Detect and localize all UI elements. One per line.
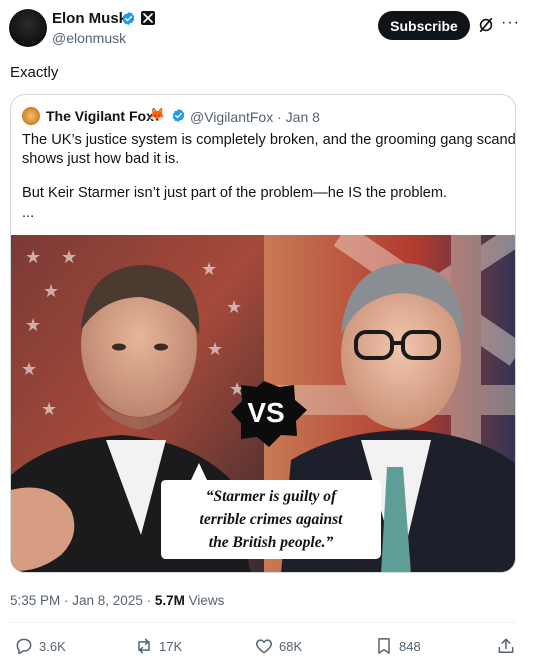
svg-text:★: ★ [41, 399, 57, 419]
speech-bubble-line: “Starmer is guilty of [206, 488, 338, 505]
quote-handle-date: @VigilantFox · Jan 8 [190, 109, 320, 125]
like-count: 68K [279, 638, 303, 654]
vs-badge-text: VS [247, 397, 284, 428]
x-logo-icon [141, 11, 155, 25]
grok-icon[interactable] [477, 16, 495, 34]
repost-count: 17K [159, 638, 183, 654]
quote-verified-icon [172, 108, 185, 123]
subscribe-button[interactable]: Subscribe [378, 11, 470, 40]
share-button[interactable] [496, 634, 516, 658]
bookmark-icon [378, 638, 390, 654]
more-icon[interactable]: ··· [501, 14, 520, 32]
bookmark-count: 848 [399, 638, 421, 654]
views-label: Views [184, 593, 225, 608]
author-avatar[interactable] [9, 9, 47, 47]
quote-author-name: The Vigilant Fox [46, 108, 154, 124]
repost-icon [138, 638, 150, 654]
action-divider [10, 622, 516, 623]
views-count: 5.7M [154, 593, 185, 608]
post-timestamp[interactable]: 5:35 PM · Jan 8, 2025 · 5.7M Views [10, 593, 224, 608]
share-icon [498, 638, 514, 653]
bookmark-button[interactable]: 848 [374, 634, 421, 658]
quote-text-line: The UK’s justice system is completely br… [22, 132, 516, 148]
reply-button[interactable]: 3.6K [14, 634, 66, 658]
fox-emoji-icon: 🦊 [149, 107, 166, 122]
reply-count: 3.6K [39, 638, 66, 654]
reply-icon [16, 638, 32, 655]
svg-text:★: ★ [201, 259, 217, 279]
svg-text:★: ★ [61, 247, 77, 267]
svg-text:★: ★ [21, 359, 37, 379]
time-date-text: 5:35 PM · Jan 8, 2025 · [10, 593, 155, 608]
quote-text-line: ... [22, 205, 35, 221]
quote-text-line: shows just how bad it is. [22, 151, 180, 167]
like-icon [255, 639, 273, 654]
post-text: Exactly [10, 64, 59, 81]
like-button[interactable]: 68K [254, 634, 302, 658]
quote-author-avatar [22, 107, 40, 125]
svg-text:★: ★ [43, 281, 59, 301]
svg-text:★: ★ [25, 247, 41, 267]
author-name[interactable]: Elon Musk [52, 10, 127, 27]
speech-bubble-line: terrible crimes against [200, 511, 344, 528]
author-handle[interactable]: @elonmusk [52, 30, 126, 46]
svg-text:★: ★ [25, 315, 41, 335]
quote-text-line: But Keir Starmer isn’t just part of the … [22, 185, 448, 201]
speech-bubble-line: the British people.” [209, 534, 334, 551]
repost-button[interactable]: 17K [134, 634, 182, 658]
verified-icon [122, 11, 135, 26]
quote-image[interactable]: ★ ★ ★ ★ ★ ★ ★ ★ ★ ★ VS “Starmer is guilt… [11, 235, 515, 572]
svg-text:★: ★ [226, 297, 242, 317]
svg-text:★: ★ [207, 339, 223, 359]
quoted-post-card[interactable]: The Vigilant Fox 🦊 @VigilantFox · Jan 8 … [10, 94, 516, 573]
